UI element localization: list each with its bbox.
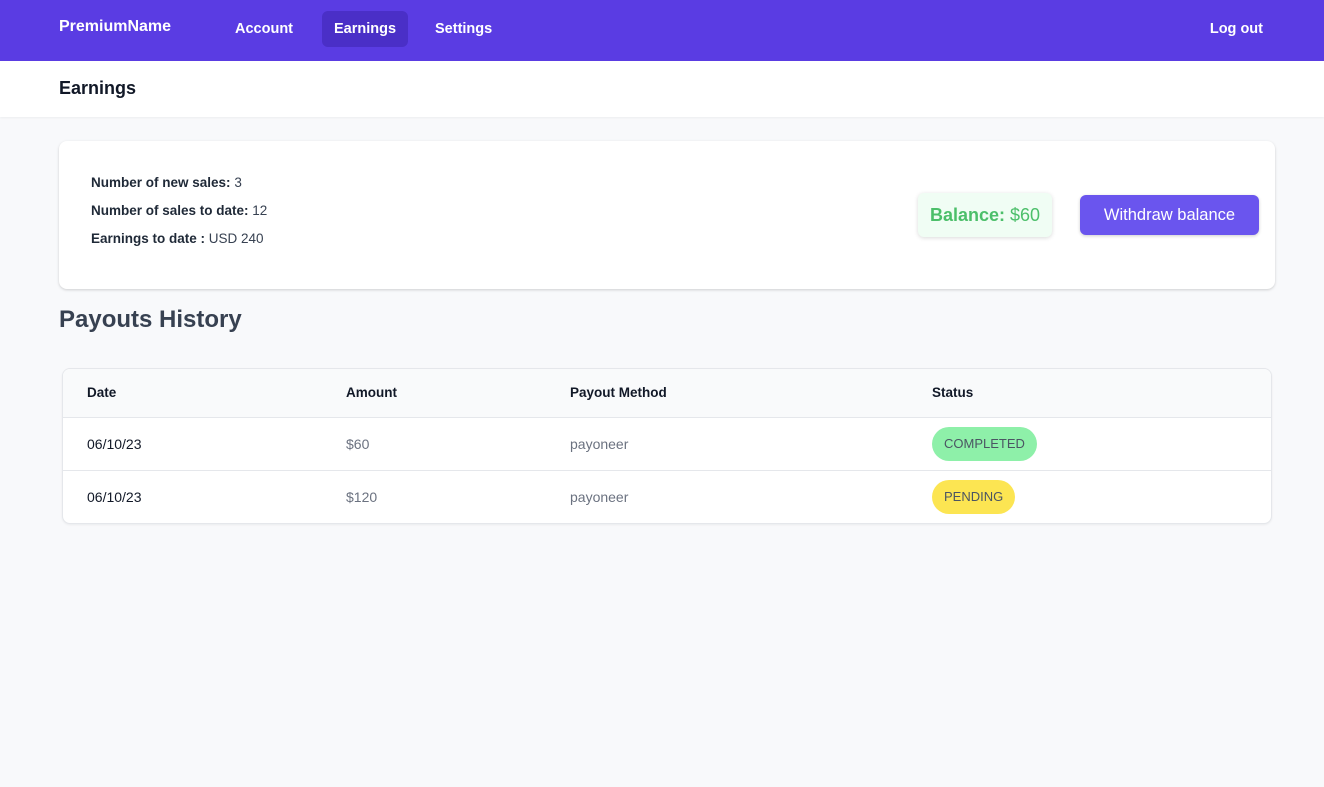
payouts-history-title: Payouts History: [59, 306, 242, 333]
column-header-payout-method: Payout Method: [570, 385, 667, 400]
earnings-to-date-value: USD 240: [208, 231, 264, 246]
row-amount: $60: [346, 436, 370, 452]
sales-to-date-stat: Number of sales to date: 12: [91, 203, 267, 218]
nav-link-settings[interactable]: Settings: [423, 11, 504, 47]
page-header: Earnings: [0, 61, 1324, 117]
withdraw-balance-button[interactable]: Withdraw balance: [1080, 195, 1259, 235]
new-sales-stat: Number of new sales: 3: [91, 175, 242, 190]
sales-to-date-value: 12: [252, 203, 268, 218]
new-sales-value: 3: [234, 175, 242, 190]
nav-link-earnings[interactable]: Earnings: [322, 11, 409, 47]
row-date: 06/10/23: [87, 489, 142, 505]
payouts-table: Date Amount Payout Method Status 06/10/2…: [62, 368, 1272, 524]
new-sales-label: Number of new sales:: [91, 175, 231, 190]
nav-link-account[interactable]: Account: [223, 11, 305, 47]
brand-logo[interactable]: PremiumName: [59, 18, 171, 36]
column-header-date: Date: [87, 385, 117, 400]
column-header-amount: Amount: [346, 385, 397, 400]
balance-value: $60: [1010, 204, 1041, 225]
balance-label: Balance:: [929, 204, 1005, 225]
logout-link[interactable]: Log out: [1210, 11, 1263, 47]
row-payout-method: payoneer: [570, 489, 629, 505]
row-amount: $120: [346, 489, 378, 505]
earnings-summary-card: Number of new sales: 3 Number of sales t…: [59, 141, 1275, 289]
column-header-status: Status: [932, 385, 974, 400]
table-header: Date Amount Payout Method Status: [63, 369, 1271, 418]
row-payout-method: payoneer: [570, 436, 629, 452]
top-navbar: PremiumName Account Earnings Settings Lo…: [0, 0, 1324, 61]
sales-to-date-label: Number of sales to date:: [91, 203, 249, 218]
status-badge-pending: PENDING: [932, 480, 1016, 514]
table-row: 06/10/23 $120 payoneer PENDING: [63, 471, 1271, 523]
balance-display: Balance: $60: [918, 193, 1052, 237]
page-title: Earnings: [59, 78, 137, 98]
earnings-to-date-stat: Earnings to date : USD 240: [91, 231, 264, 246]
status-badge-completed: COMPLETED: [932, 427, 1037, 461]
table-row: 06/10/23 $60 payoneer COMPLETED: [63, 418, 1271, 471]
earnings-to-date-label: Earnings to date :: [91, 231, 206, 246]
row-date: 06/10/23: [87, 436, 142, 452]
